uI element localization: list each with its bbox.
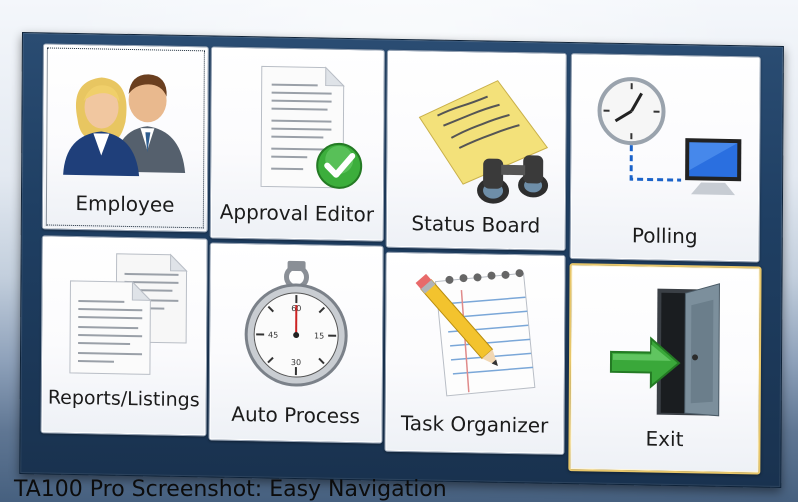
tile-label-task-organizer: Task Organizer <box>400 410 549 438</box>
clock-monitor-icon <box>571 68 760 211</box>
exit-door-icon <box>571 279 760 422</box>
tile-label-status-board: Status Board <box>411 211 541 238</box>
tile-label-reports-listings: Reports/Listings <box>47 386 200 412</box>
people-icon <box>43 58 208 179</box>
reports-listings-button[interactable]: Reports/Listings <box>40 235 208 437</box>
tile-label-approval-editor: Approval Editor <box>219 199 375 227</box>
stopwatch-icon: 60153045 <box>210 257 383 390</box>
exit-button[interactable]: Exit <box>568 263 762 475</box>
approval-editor-button[interactable]: Approval Editor <box>209 46 385 242</box>
notepad-pencil-icon <box>386 267 565 400</box>
status-board-button[interactable]: Status Board <box>385 49 567 251</box>
polling-button[interactable]: Polling <box>569 53 761 263</box>
documents-icon <box>42 250 207 377</box>
task-organizer-button[interactable]: Task Organizer <box>384 251 566 455</box>
approved-document-icon <box>211 61 384 194</box>
screenshot-caption: TA100 Pro Screenshot: Easy Navigation <box>14 477 447 502</box>
svg-text:45: 45 <box>268 331 278 340</box>
employee-button[interactable]: Employee <box>41 43 209 233</box>
tile-label-auto-process: Auto Process <box>231 401 361 429</box>
tile-label-polling: Polling <box>631 223 698 249</box>
main-menu-panel: Employee Approval Editor Status Board Po… <box>19 32 784 488</box>
binoculars-notes-icon <box>387 65 566 208</box>
tile-label-exit: Exit <box>645 426 684 452</box>
tile-label-employee: Employee <box>75 190 175 217</box>
auto-process-button[interactable]: 60153045 Auto Process <box>208 242 384 444</box>
svg-text:15: 15 <box>314 331 324 340</box>
svg-text:30: 30 <box>291 358 301 367</box>
